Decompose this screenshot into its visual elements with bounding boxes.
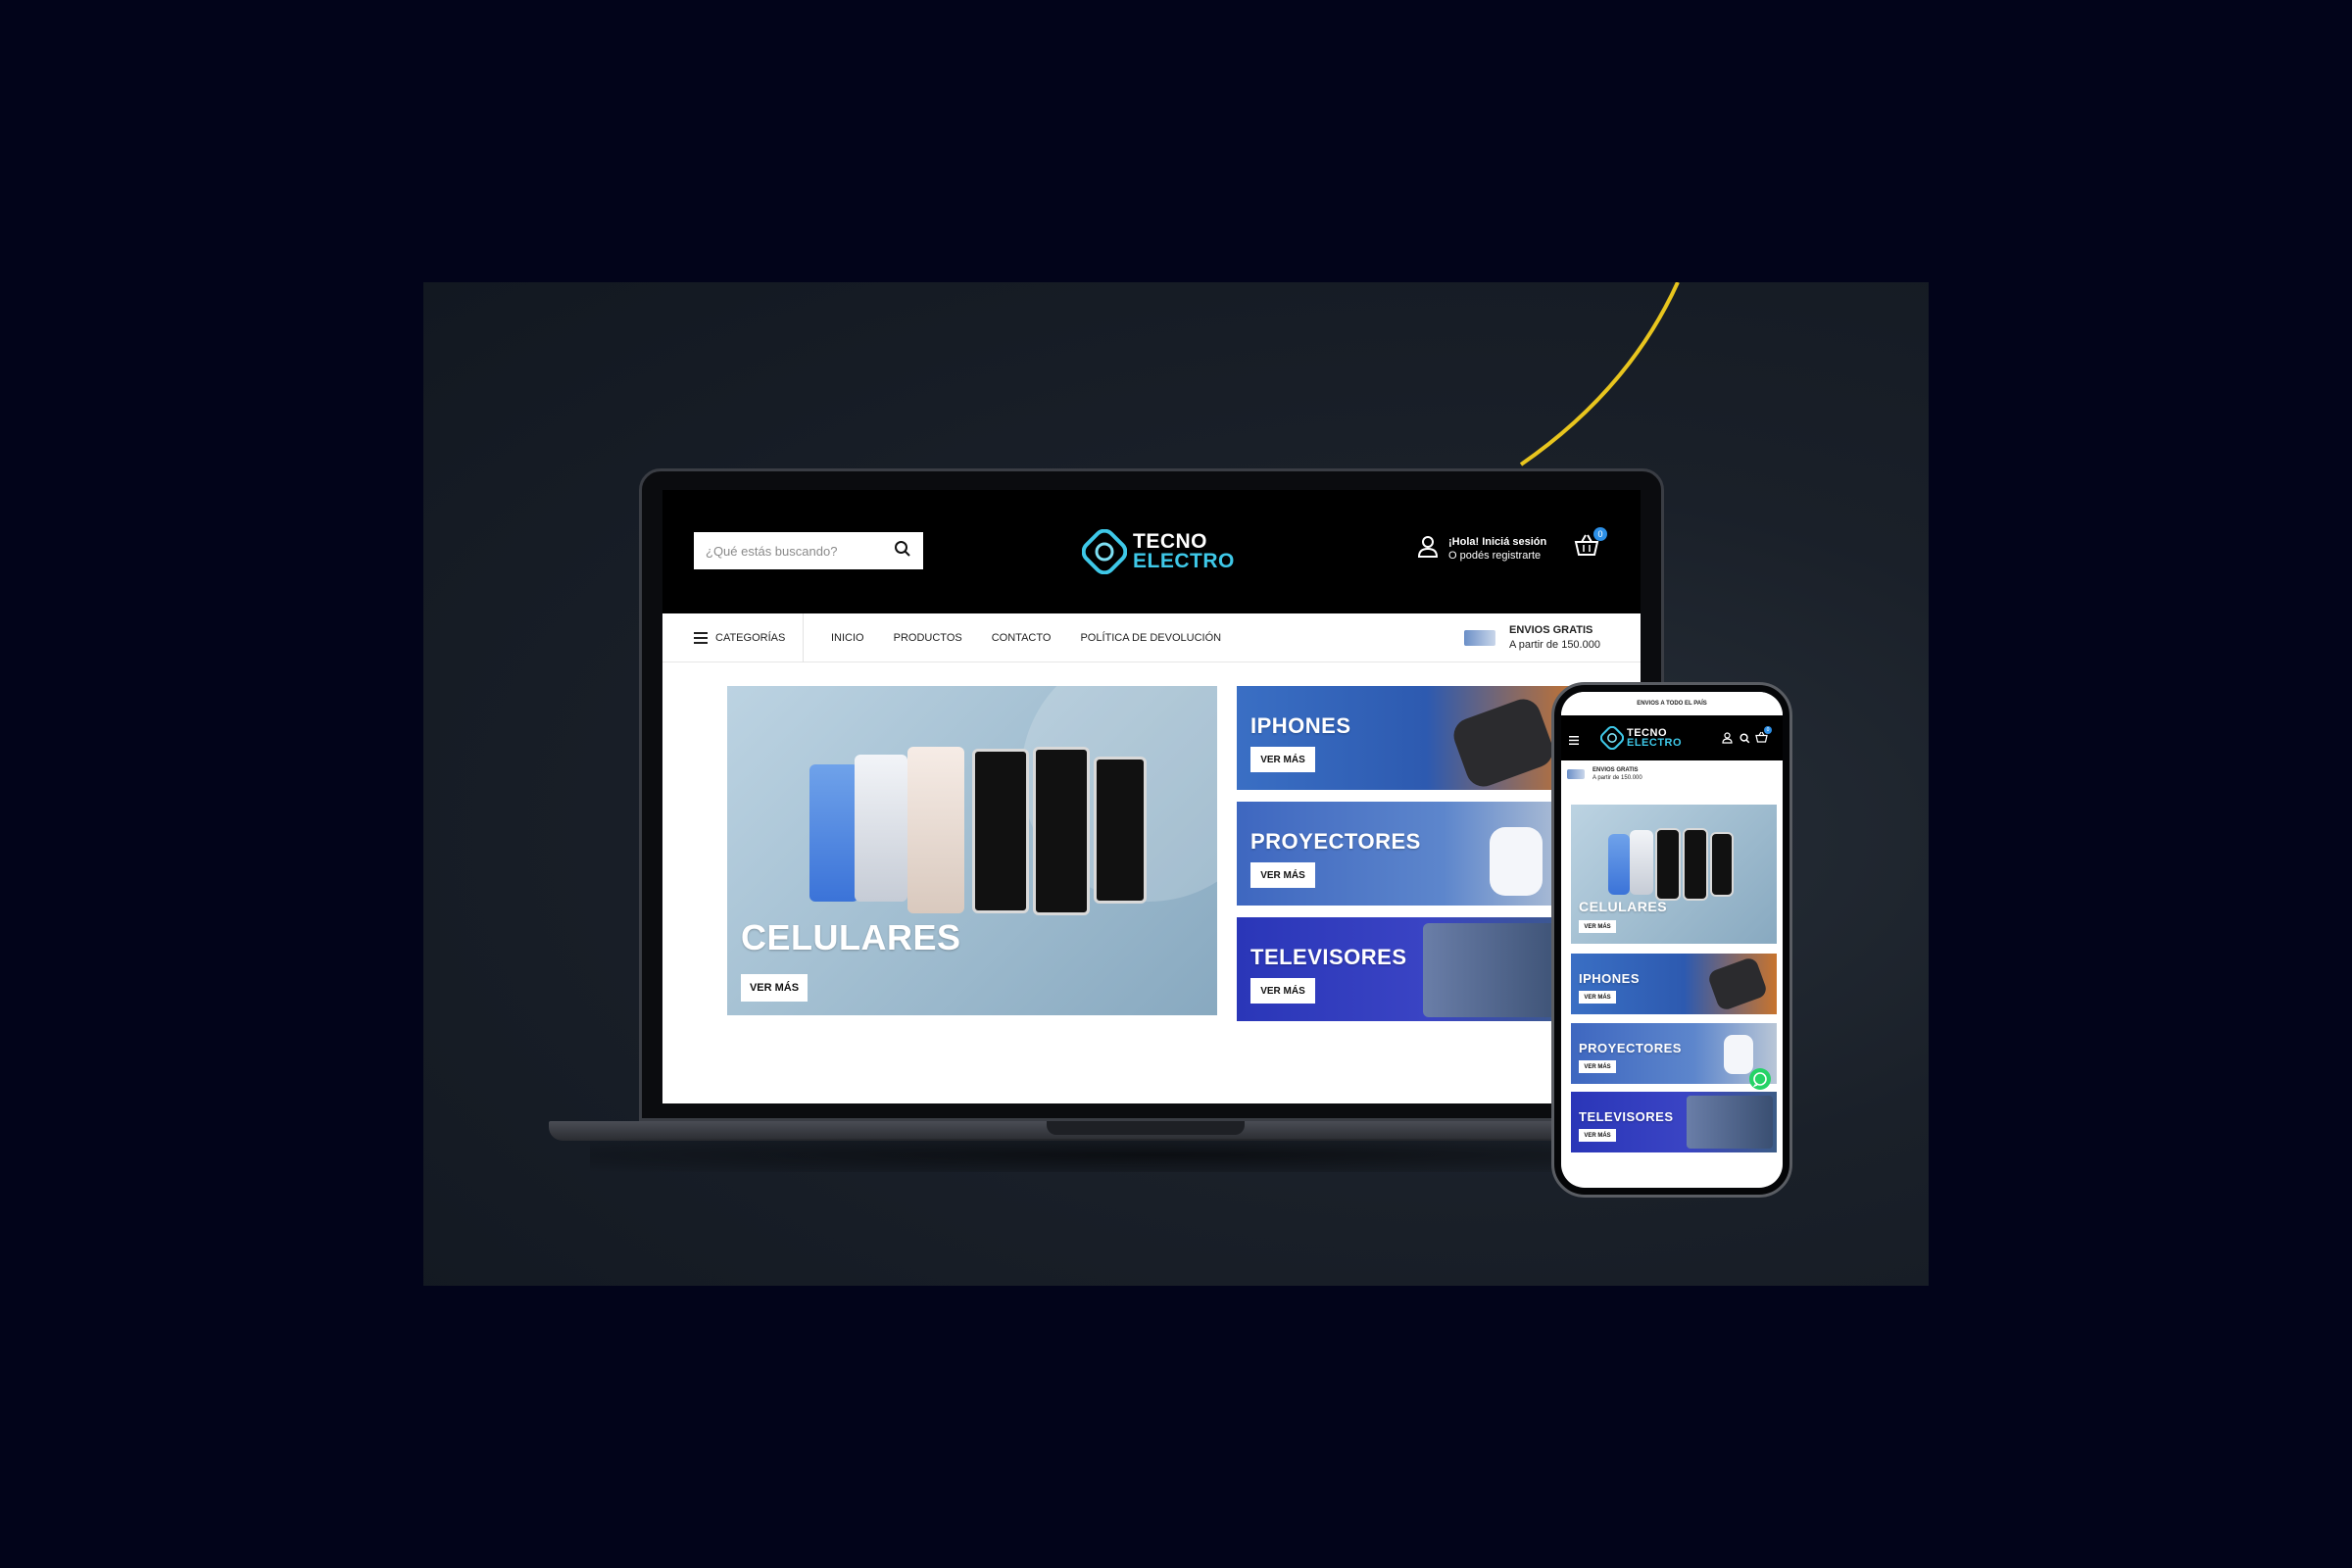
mobile-topbar: ENVIOS A TODO EL PAÍS	[1561, 692, 1783, 715]
logo-line-2: ELECTRO	[1627, 737, 1683, 749]
cart-button[interactable]: 0	[1574, 527, 1607, 562]
ver-mas-button[interactable]: VER MÁS	[1579, 920, 1616, 933]
search-icon[interactable]	[1740, 731, 1750, 749]
search-box	[694, 532, 923, 569]
shipping-subtitle: A partir de 150.000	[1592, 775, 1642, 782]
user-icon[interactable]	[1722, 731, 1733, 749]
account-register: O podés registrarte	[1448, 549, 1542, 562]
banner-televisores[interactable]: TELEVISORES VER MÁS	[1237, 917, 1582, 1021]
nav-item-productos[interactable]: PRODUCTOS	[894, 632, 962, 644]
nav-item-politica[interactable]: POLÍTICA DE DEVOLUCIÓN	[1080, 632, 1221, 644]
phone-image	[1094, 757, 1147, 904]
phone-image	[809, 764, 858, 902]
nav-item-inicio[interactable]: INICIO	[831, 632, 864, 644]
search-icon[interactable]	[894, 540, 911, 563]
ver-mas-button[interactable]: VER MÁS	[1250, 747, 1315, 772]
mockup-stage: TECNO ELECTRO ¡Hola! Iniciá sesión O pod…	[423, 282, 1929, 1286]
camera-image	[1448, 694, 1558, 790]
banner-iphones[interactable]: IPHONES VER MÁS	[1237, 686, 1582, 790]
phone-screen: ENVIOS A TODO EL PAÍS TECNO ELECTRO 0 EN…	[1561, 692, 1783, 1188]
categories-menu[interactable]: CATEGORÍAS	[662, 612, 804, 662]
mobile-shipping-notice: ENVIOS GRATIS A partir de 150.000	[1567, 766, 1642, 782]
camera-image	[1706, 956, 1769, 1012]
hamburger-icon[interactable]	[1569, 732, 1579, 750]
ver-mas-button[interactable]: VER MÁS	[1250, 978, 1315, 1004]
fans-image	[1423, 923, 1570, 1017]
ver-mas-button[interactable]: VER MÁS	[1579, 1129, 1616, 1142]
laptop-screen: TECNO ELECTRO ¡Hola! Iniciá sesión O pod…	[662, 490, 1641, 1103]
whatsapp-button[interactable]	[1749, 1068, 1771, 1090]
cart-count-badge: 0	[1764, 726, 1772, 734]
mobile-header: TECNO ELECTRO 0	[1561, 715, 1783, 760]
site-logo[interactable]: TECNO ELECTRO	[1082, 529, 1235, 574]
mobile-banner-televisores[interactable]: TELEVISORES VER MÁS	[1571, 1092, 1777, 1152]
nav-item-contacto[interactable]: CONTACTO	[992, 632, 1052, 644]
fans-image	[1687, 1096, 1773, 1149]
phone-image	[972, 749, 1029, 913]
ver-mas-button[interactable]: VER MÁS	[1250, 862, 1315, 888]
search-input[interactable]	[706, 543, 894, 559]
whatsapp-icon	[1752, 1072, 1767, 1088]
banner-title: CELULARES	[1579, 899, 1668, 914]
banner-title: IPHONES	[1250, 713, 1351, 738]
banner-title: TELEVISORES	[1579, 1109, 1674, 1124]
laptop-shadow	[590, 1139, 1717, 1172]
mobile-banner-celulares[interactable]: CELULARES VER MÁS	[1571, 805, 1777, 944]
shipping-notice: ENVIOS GRATIS A partir de 150.000	[1464, 623, 1600, 653]
banner-title: CELULARES	[741, 917, 961, 957]
banner-title: TELEVISORES	[1250, 945, 1407, 969]
shipping-subtitle: A partir de 150.000	[1509, 638, 1600, 651]
categories-label: CATEGORÍAS	[715, 631, 786, 644]
truck-icon	[1464, 629, 1495, 646]
logo-mark-icon	[1082, 529, 1127, 574]
truck-icon	[1567, 769, 1585, 780]
cart-count-badge: 0	[1593, 527, 1607, 541]
logo-line-1: TECNO	[1133, 530, 1207, 554]
user-icon	[1417, 535, 1439, 564]
basket-icon[interactable]: 0	[1755, 726, 1772, 748]
banner-proyectores[interactable]: PROYECTORES VER MÁS	[1237, 802, 1582, 906]
ver-mas-button[interactable]: VER MÁS	[1579, 1060, 1616, 1073]
laptop-notch	[1047, 1121, 1245, 1135]
ver-mas-button[interactable]: VER MÁS	[741, 974, 808, 1002]
mobile-banner-iphones[interactable]: IPHONES VER MÁS	[1571, 954, 1777, 1014]
banner-title: PROYECTORES	[1250, 829, 1421, 854]
shipping-title: ENVIOS GRATIS	[1509, 624, 1593, 636]
logo-mark-icon	[1600, 726, 1624, 750]
site-header: TECNO ELECTRO ¡Hola! Iniciá sesión O pod…	[662, 490, 1641, 613]
account-greeting: ¡Hola! Iniciá sesión	[1448, 535, 1547, 548]
phone-image	[1630, 830, 1653, 895]
phone-image	[1683, 828, 1708, 901]
banner-celulares[interactable]: CELULARES VER MÁS	[727, 686, 1217, 1015]
phone-image	[1608, 834, 1630, 895]
shipping-title: ENVIOS GRATIS	[1592, 767, 1639, 773]
account-link[interactable]: ¡Hola! Iniciá sesión O podés registrarte	[1417, 535, 1546, 564]
phone-image	[1033, 747, 1090, 915]
banner-title: IPHONES	[1579, 971, 1641, 986]
banner-title: PROYECTORES	[1579, 1041, 1682, 1055]
logo-line-2: ELECTRO	[1133, 550, 1235, 572]
ver-mas-button[interactable]: VER MÁS	[1579, 991, 1616, 1004]
main-nav: CATEGORÍAS INICIO PRODUCTOS CONTACTO POL…	[662, 612, 1641, 662]
mobile-banner-proyectores[interactable]: PROYECTORES VER MÁS	[1571, 1023, 1777, 1084]
phone-image	[1710, 832, 1734, 897]
hamburger-icon	[694, 631, 708, 644]
projector-image	[1490, 827, 1543, 896]
mobile-logo[interactable]: TECNO ELECTRO	[1600, 726, 1682, 750]
phone-image	[855, 755, 907, 902]
phone-image	[1655, 828, 1681, 901]
phone-image	[907, 747, 964, 913]
